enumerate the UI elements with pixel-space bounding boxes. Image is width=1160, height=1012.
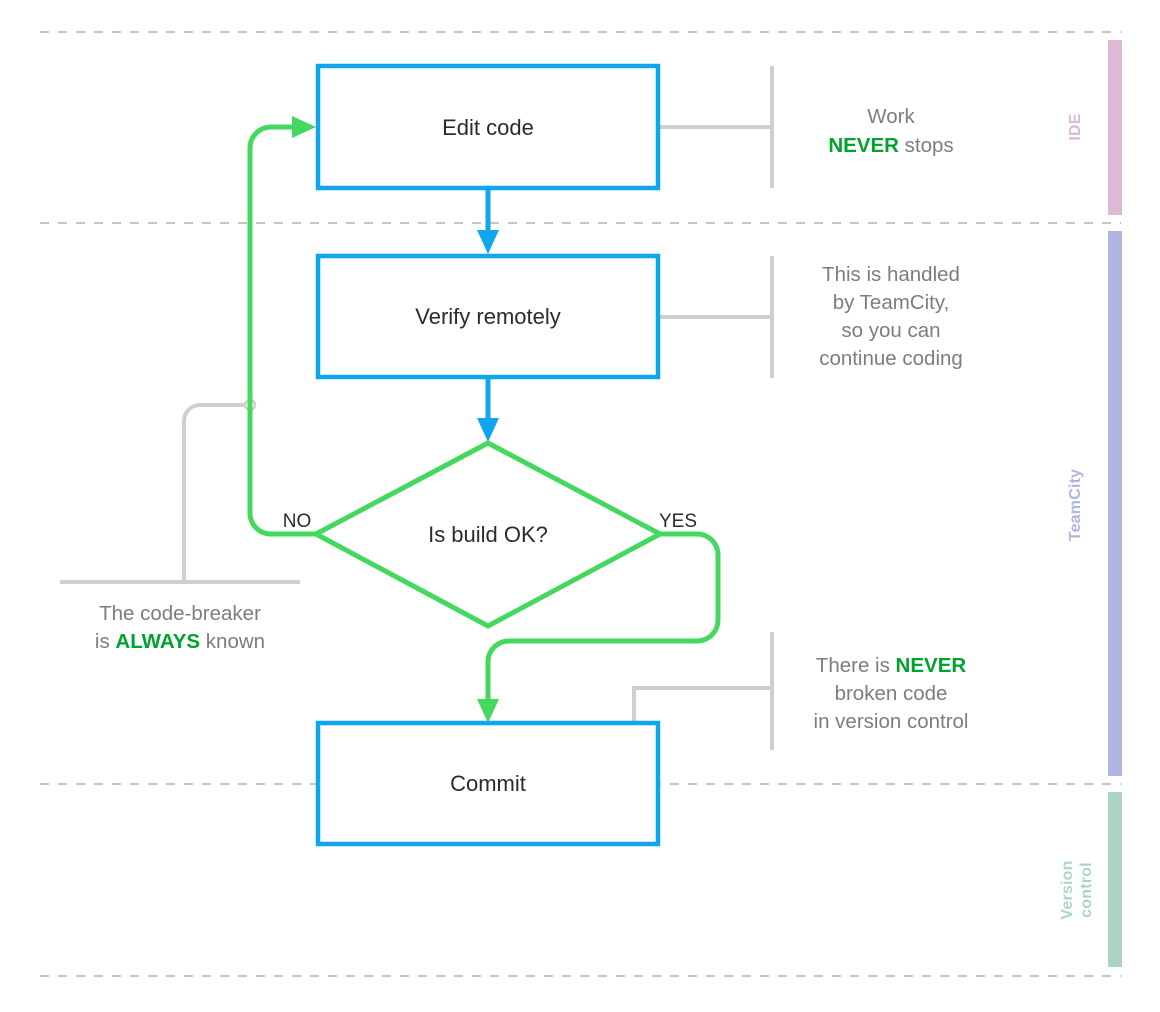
node-verify-remotely[interactable]: Verify remotely bbox=[315, 253, 661, 380]
node-edit-code[interactable]: Edit code bbox=[315, 63, 661, 191]
callout-line-no-branch bbox=[182, 403, 244, 582]
lane-bar-ide bbox=[1108, 40, 1122, 215]
node-is-build-ok[interactable]: Is build OK? bbox=[313, 440, 663, 629]
lane-title-version-control-line1: Version bbox=[1059, 860, 1076, 919]
callout-never-broken-code-line-2: in version control bbox=[814, 710, 969, 733]
callout-work-never-stops-line-0: Work bbox=[867, 105, 915, 128]
lane-bars bbox=[1108, 40, 1122, 967]
node-verify-remotely-label: Verify remotely bbox=[415, 304, 561, 329]
lane-bar-version-control bbox=[1108, 792, 1122, 967]
callout-never-broken-code: There is NEVER broken code in version co… bbox=[814, 654, 969, 733]
callout-handled-by-teamcity-line-0: This is handled bbox=[822, 263, 960, 286]
callout-never-broken-code-line-1: broken code bbox=[835, 682, 948, 705]
workflow-diagram: IDE TeamCity Version control Edit code V… bbox=[40, 31, 1122, 977]
lane-titles: IDE TeamCity Version control bbox=[1059, 113, 1095, 919]
diagram-canvas: IDE TeamCity Version control Edit code V… bbox=[0, 0, 1160, 1012]
flow-arrowhead-verify-remotely bbox=[477, 230, 499, 254]
callout-handled-by-teamcity-line-2: so you can bbox=[841, 319, 940, 342]
node-commit[interactable]: Commit bbox=[315, 720, 661, 847]
flow-arrowhead-is-build-ok bbox=[477, 418, 499, 442]
callout-never-broken-code-line-0: There is NEVER bbox=[816, 654, 967, 677]
flow-arrowhead-edit-code bbox=[292, 116, 316, 138]
callout-handled-by-teamcity-line-1: by TeamCity, bbox=[833, 291, 950, 314]
flow-arrowhead-commit bbox=[477, 699, 499, 723]
lane-title-ide: IDE bbox=[1067, 113, 1084, 140]
flow-path-no bbox=[247, 124, 318, 537]
lane-title-teamcity: TeamCity bbox=[1067, 469, 1084, 541]
branch-label-no: NO bbox=[283, 511, 312, 532]
callout-work-never-stops: Work NEVER stops bbox=[828, 105, 953, 157]
callout-code-breaker-always-known: The code-breaker is ALWAYS known bbox=[95, 602, 265, 653]
flow-no-branch bbox=[247, 116, 318, 537]
lane-title-version-control-line2: control bbox=[1078, 862, 1095, 918]
callout-handled-by-teamcity: This is handled by TeamCity, so you can … bbox=[819, 263, 963, 370]
node-commit-label: Commit bbox=[450, 771, 526, 796]
branch-label-yes: YES bbox=[659, 511, 697, 532]
node-is-build-ok-label: Is build OK? bbox=[428, 522, 548, 547]
node-edit-code-label: Edit code bbox=[442, 115, 534, 140]
callout-code-breaker-always-known-line-1: is ALWAYS known bbox=[95, 630, 265, 653]
callout-handled-by-teamcity-line-3: continue coding bbox=[819, 347, 963, 370]
callout-code-breaker-always-known-line-0: The code-breaker bbox=[99, 602, 261, 625]
lane-bar-teamcity bbox=[1108, 231, 1122, 776]
callout-work-never-stops-line-1: NEVER stops bbox=[828, 134, 953, 157]
